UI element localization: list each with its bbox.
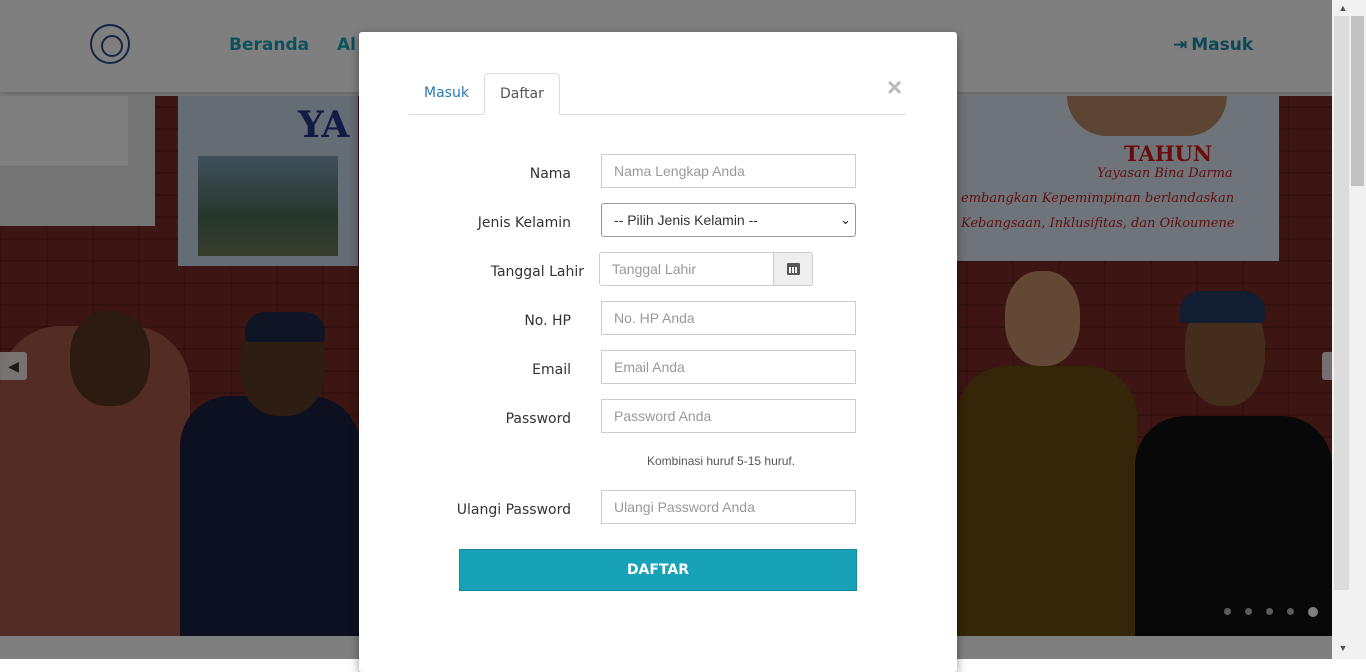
gender-select[interactable]: -- Pilih Jenis Kelamin -- ⌄ xyxy=(601,203,856,237)
dob-label: Tanggal Lahir xyxy=(490,264,584,280)
repeat-password-label: Ulangi Password xyxy=(456,502,571,518)
scroll-up-arrow-icon[interactable]: ▲ xyxy=(1336,3,1350,13)
tab-masuk[interactable]: Masuk xyxy=(409,73,484,114)
repeat-password-input[interactable]: Ulangi Password Anda xyxy=(601,490,856,524)
daftar-submit-button[interactable]: DAFTAR xyxy=(459,549,857,591)
dob-input[interactable]: Tanggal Lahir xyxy=(599,252,774,286)
dob-calendar-button[interactable] xyxy=(773,252,813,286)
nama-label: Nama xyxy=(529,166,571,182)
scroll-down-arrow-icon[interactable]: ▼ xyxy=(1336,643,1350,653)
register-modal: Masuk Daftar × Nama Nama Lengkap Anda Je… xyxy=(359,32,957,672)
email-input[interactable]: Email Anda xyxy=(601,350,856,384)
calendar-icon xyxy=(787,263,800,275)
hp-input[interactable]: No. HP Anda xyxy=(601,301,856,335)
nama-input[interactable]: Nama Lengkap Anda xyxy=(601,154,856,188)
password-input[interactable]: Password Anda xyxy=(601,399,856,433)
hp-label: No. HP xyxy=(524,313,571,329)
password-label: Password xyxy=(505,411,571,427)
gender-selected-value: -- Pilih Jenis Kelamin -- xyxy=(614,212,758,228)
email-label: Email xyxy=(532,362,571,378)
password-hint: Kombinasi huruf 5-15 huruf. xyxy=(647,454,796,468)
tab-daftar[interactable]: Daftar xyxy=(484,73,560,115)
modal-tabs: Masuk Daftar xyxy=(409,73,906,115)
chevron-down-icon: ⌄ xyxy=(840,212,851,227)
gender-label: Jenis Kelamin xyxy=(477,215,571,231)
scrollbar-track[interactable] xyxy=(1334,16,1349,590)
scrollbar-thumb[interactable] xyxy=(1351,16,1364,186)
close-icon[interactable]: × xyxy=(887,72,902,102)
